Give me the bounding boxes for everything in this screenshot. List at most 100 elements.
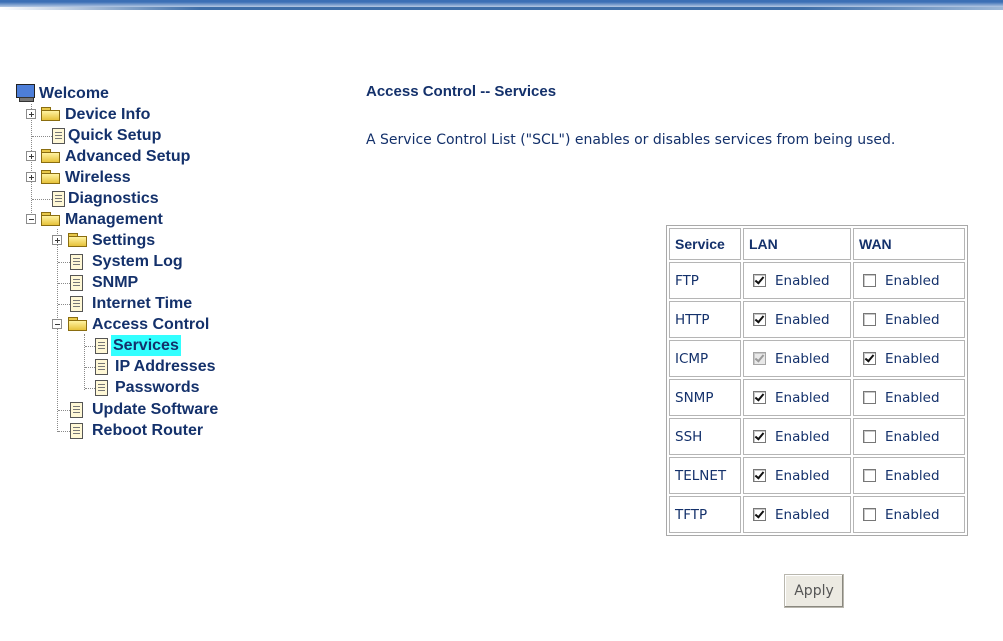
nav-settings[interactable]: Settings bbox=[90, 230, 157, 251]
document-icon bbox=[52, 191, 65, 207]
nav-internet-time[interactable]: Internet Time bbox=[90, 293, 194, 314]
document-icon bbox=[70, 296, 83, 312]
expand-toggle-icon[interactable] bbox=[26, 109, 36, 119]
wan-enabled-checkbox[interactable] bbox=[863, 274, 876, 287]
document-icon bbox=[95, 338, 108, 354]
enabled-label: Enabled bbox=[775, 350, 830, 367]
wan-enabled-checkbox[interactable] bbox=[863, 508, 876, 521]
nav-ip-addresses[interactable]: IP Addresses bbox=[113, 356, 218, 377]
nav-wireless[interactable]: Wireless bbox=[63, 167, 133, 188]
nav-quick-setup[interactable]: Quick Setup bbox=[66, 125, 163, 146]
table-row: TELNET Enabled Enabled bbox=[669, 457, 965, 494]
wan-enabled-checkbox[interactable] bbox=[863, 352, 876, 365]
lan-cell: Enabled bbox=[743, 496, 851, 533]
document-icon bbox=[70, 423, 83, 439]
wan-cell: Enabled bbox=[853, 418, 965, 455]
lan-cell: Enabled bbox=[743, 301, 851, 338]
lan-cell: Enabled bbox=[743, 379, 851, 416]
open-folder-icon bbox=[68, 317, 87, 331]
top-banner-line bbox=[0, 7, 1003, 10]
table-row: TFTP Enabled Enabled bbox=[669, 496, 965, 533]
collapse-toggle-icon[interactable] bbox=[52, 319, 62, 329]
enabled-label: Enabled bbox=[775, 506, 830, 523]
service-name-cell: SSH bbox=[669, 418, 741, 455]
wan-enabled-checkbox[interactable] bbox=[863, 469, 876, 482]
lan-enabled-checkbox[interactable] bbox=[753, 469, 766, 482]
column-header-wan: WAN bbox=[853, 228, 965, 260]
lan-enabled-checkbox[interactable] bbox=[753, 508, 766, 521]
document-icon bbox=[70, 254, 83, 270]
enabled-label: Enabled bbox=[885, 467, 940, 484]
lan-enabled-checkbox bbox=[753, 352, 766, 365]
enabled-label: Enabled bbox=[885, 506, 940, 523]
lan-enabled-checkbox[interactable] bbox=[753, 430, 766, 443]
folder-icon bbox=[68, 233, 87, 247]
service-name-cell: TFTP bbox=[669, 496, 741, 533]
folder-icon bbox=[41, 170, 60, 184]
nav-services[interactable]: Services bbox=[111, 335, 181, 356]
tree-connector bbox=[84, 334, 85, 390]
nav-welcome[interactable]: Welcome bbox=[37, 83, 111, 104]
enabled-label: Enabled bbox=[885, 428, 940, 445]
apply-button[interactable]: Apply bbox=[784, 574, 844, 608]
folder-icon bbox=[41, 107, 60, 121]
lan-cell: Enabled bbox=[743, 457, 851, 494]
document-icon bbox=[52, 128, 65, 144]
tree-connector bbox=[58, 283, 70, 284]
open-folder-icon bbox=[41, 212, 60, 226]
lan-enabled-checkbox[interactable] bbox=[753, 313, 766, 326]
tree-connector bbox=[85, 346, 95, 347]
nav-diagnostics[interactable]: Diagnostics bbox=[66, 188, 161, 209]
enabled-label: Enabled bbox=[885, 350, 940, 367]
document-icon bbox=[70, 402, 83, 418]
table-row: FTP Enabled Enabled bbox=[669, 262, 965, 299]
tree-connector bbox=[32, 136, 52, 137]
tree-connector bbox=[58, 431, 70, 432]
service-name-cell: FTP bbox=[669, 262, 741, 299]
lan-enabled-checkbox[interactable] bbox=[753, 391, 766, 404]
nav-reboot-router[interactable]: Reboot Router bbox=[90, 420, 205, 441]
tree-connector bbox=[85, 367, 95, 368]
service-name-cell: SNMP bbox=[669, 379, 741, 416]
wan-cell: Enabled bbox=[853, 262, 965, 299]
nav-snmp[interactable]: SNMP bbox=[90, 272, 140, 293]
tree-connector bbox=[31, 104, 32, 221]
table-header-row: Service LAN WAN bbox=[669, 228, 965, 260]
wan-cell: Enabled bbox=[853, 301, 965, 338]
computer-icon bbox=[16, 84, 36, 102]
lan-cell: Enabled bbox=[743, 340, 851, 377]
tree-connector bbox=[32, 199, 52, 200]
service-control-table: Service LAN WAN FTP Enabled Enabled HTTP Ena… bbox=[666, 225, 968, 536]
wan-enabled-checkbox[interactable] bbox=[863, 391, 876, 404]
table-row: ICMP Enabled Enabled bbox=[669, 340, 965, 377]
table-row: SNMP Enabled Enabled bbox=[669, 379, 965, 416]
collapse-toggle-icon[interactable] bbox=[26, 214, 36, 224]
service-name-cell: TELNET bbox=[669, 457, 741, 494]
nav-update-software[interactable]: Update Software bbox=[90, 399, 220, 420]
enabled-label: Enabled bbox=[775, 272, 830, 289]
nav-passwords[interactable]: Passwords bbox=[113, 377, 201, 398]
wan-enabled-checkbox[interactable] bbox=[863, 313, 876, 326]
table-row: SSH Enabled Enabled bbox=[669, 418, 965, 455]
nav-device-info[interactable]: Device Info bbox=[63, 104, 152, 125]
nav-system-log[interactable]: System Log bbox=[90, 251, 185, 272]
table-row: HTTP Enabled Enabled bbox=[669, 301, 965, 338]
service-name-cell: HTTP bbox=[669, 301, 741, 338]
folder-icon bbox=[41, 149, 60, 163]
expand-toggle-icon[interactable] bbox=[52, 235, 62, 245]
wan-enabled-checkbox[interactable] bbox=[863, 430, 876, 443]
lan-enabled-checkbox[interactable] bbox=[753, 274, 766, 287]
nav-management[interactable]: Management bbox=[63, 209, 165, 230]
wan-cell: Enabled bbox=[853, 496, 965, 533]
tree-connector bbox=[58, 304, 70, 305]
expand-toggle-icon[interactable] bbox=[26, 151, 36, 161]
lan-cell: Enabled bbox=[743, 262, 851, 299]
enabled-label: Enabled bbox=[885, 311, 940, 328]
expand-toggle-icon[interactable] bbox=[26, 172, 36, 182]
page-description: A Service Control List ("SCL") enables o… bbox=[366, 132, 896, 148]
page-title: Access Control -- Services bbox=[366, 83, 557, 100]
nav-advanced-setup[interactable]: Advanced Setup bbox=[63, 146, 192, 167]
enabled-label: Enabled bbox=[885, 389, 940, 406]
wan-cell: Enabled bbox=[853, 379, 965, 416]
nav-access-control[interactable]: Access Control bbox=[90, 314, 211, 335]
